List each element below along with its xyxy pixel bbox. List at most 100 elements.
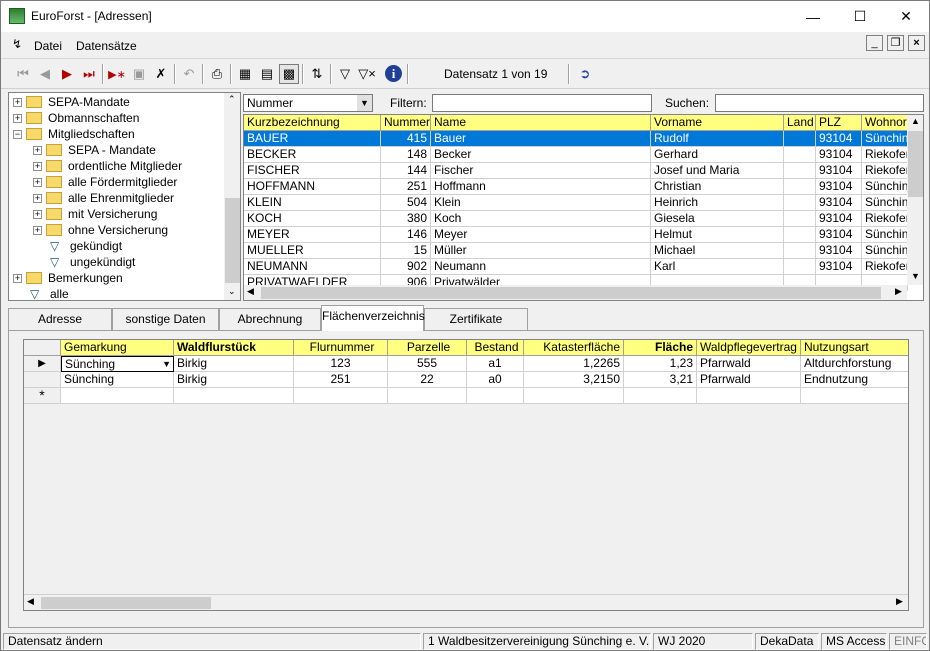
table-cell[interactable]: KLEIN [244,195,381,211]
table-cell[interactable]: a0 [467,372,524,388]
column-header[interactable]: Nummer [381,115,431,131]
table-cell[interactable] [294,388,388,404]
table-cell[interactable]: 15 [381,243,431,259]
table-cell[interactable]: 93104 [816,163,862,179]
new-record-icon[interactable]: ▶∗ [107,64,127,84]
table-cell[interactable] [61,388,174,404]
table-cell[interactable]: Klein [431,195,651,211]
table-cell[interactable]: 22 [388,372,467,388]
address-hscrollbar[interactable]: ◀ ▶ [244,285,907,300]
new-row-icon[interactable]: * [24,388,61,404]
column-header[interactable]: Land [784,115,816,131]
menu-datensaetze[interactable]: Datensätze [76,39,137,53]
document-icon[interactable]: ↯ [12,37,22,51]
expand-icon[interactable]: + [13,273,22,283]
expand-icon[interactable]: + [33,145,42,155]
tree-item-ungekuendigt[interactable]: ▽ ungekündigt [50,254,135,270]
tree-item-mit-versicherung[interactable]: + mit Versicherung [33,206,157,222]
table-cell[interactable]: 144 [381,163,431,179]
scroll-up-icon[interactable]: ▲ [911,116,920,126]
scroll-thumb[interactable] [261,287,881,299]
tree-item-sepa-mandate[interactable]: + SEPA-Mandate [13,94,130,110]
close-button[interactable]: ✕ [883,1,929,32]
table-cell[interactable]: Birkig [174,356,294,372]
table-cell[interactable]: FISCHER [244,163,381,179]
table-cell[interactable] [784,147,816,163]
column-header[interactable]: Wohnort [862,115,908,131]
table-cell[interactable]: Birkig [174,372,294,388]
scroll-down-icon[interactable]: ▼ [911,271,920,281]
table-cell[interactable]: 93104 [816,131,862,147]
sort-field-select[interactable]: Nummer ▼ [243,94,373,112]
sort-icon[interactable]: ⇅ [307,64,327,84]
expand-icon[interactable]: + [33,177,42,187]
table-cell[interactable]: 3,21 [624,372,697,388]
scroll-thumb[interactable] [225,198,240,283]
table-cell[interactable] [801,388,908,404]
dropdown-arrow-icon[interactable]: ▼ [357,95,372,111]
scroll-down-icon[interactable]: ⌄ [228,286,236,297]
table-cell[interactable]: Sünching [862,195,908,211]
table-cell[interactable]: HOFFMANN [244,179,381,195]
table-cell[interactable]: 93104 [816,259,862,275]
table-cell[interactable]: Rudolf [651,131,784,147]
table-cell[interactable]: Becker [431,147,651,163]
table-cell[interactable]: Müller [431,243,651,259]
table-cell[interactable]: 380 [381,211,431,227]
table-cell[interactable]: Michael [651,243,784,259]
table-cell[interactable]: 902 [381,259,431,275]
table-cell[interactable]: Sünching [61,372,174,388]
expand-icon[interactable]: + [33,193,42,203]
table-cell[interactable] [784,259,816,275]
table-cell[interactable]: 251 [381,179,431,195]
search-input[interactable] [715,94,924,112]
table-cell[interactable]: 251 [294,372,388,388]
last-record-icon[interactable]: ⏭ [79,64,99,84]
filter-icon[interactable]: ▽ [335,64,355,84]
tree-item-alle[interactable]: ▽ alle [30,286,69,300]
table-cell[interactable]: Hoffmann [431,179,651,195]
column-header[interactable]: Fläche [624,340,697,356]
table-cell[interactable] [784,179,816,195]
collapse-icon[interactable]: − [13,129,22,139]
first-record-icon[interactable]: ⏮ [13,64,33,84]
table-cell[interactable]: 504 [381,195,431,211]
table-cell[interactable] [524,388,624,404]
mdi-minimize-button[interactable]: _ [866,35,883,51]
column-header[interactable]: Waldflurstück [174,340,294,356]
scroll-left-icon[interactable]: ◀ [27,596,34,607]
expand-icon[interactable]: + [13,113,22,123]
expand-icon[interactable]: + [33,209,42,219]
dropdown-arrow-icon[interactable]: ▼ [162,357,171,371]
table-cell[interactable]: Heinrich [651,195,784,211]
scroll-thumb[interactable] [908,131,923,197]
table-cell[interactable]: Pfarrwald [697,372,801,388]
table-cell[interactable]: Riekofen [862,147,908,163]
mdi-restore-button[interactable]: ❐ [887,35,904,51]
table-cell[interactable]: Sünching [862,243,908,259]
table-cell[interactable]: 148 [381,147,431,163]
table-cell[interactable]: MUELLER [244,243,381,259]
column-header[interactable]: PLZ [816,115,862,131]
table-cell[interactable]: Karl [651,259,784,275]
table-cell[interactable]: Bauer [431,131,651,147]
exit-icon[interactable]: ➲ [575,64,595,84]
table-cell[interactable]: MEYER [244,227,381,243]
table-cell[interactable]: Helmut [651,227,784,243]
table-cell[interactable]: Riekofen [862,163,908,179]
table-cell[interactable]: KOCH [244,211,381,227]
table-cell[interactable] [388,388,467,404]
column-header[interactable]: Vorname [651,115,784,131]
maximize-button[interactable]: ☐ [837,1,883,32]
tree-item-ehrenmitglieder[interactable]: + alle Ehrenmitglieder [33,190,174,206]
table-cell[interactable]: Riekofen [862,259,908,275]
tab-flaechenverzeichnis[interactable]: Flächenverzeichnis [321,305,425,331]
tab-sonstige-daten[interactable]: sonstige Daten [112,308,219,330]
next-record-icon[interactable]: ▶ [57,64,77,84]
address-vscrollbar[interactable]: ▲ ▼ [907,115,923,285]
scroll-left-icon[interactable]: ◀ [247,286,254,297]
table-cell[interactable]: 93104 [816,211,862,227]
split-view-icon[interactable]: ▩ [279,64,299,84]
table-cell[interactable]: 415 [381,131,431,147]
table-cell[interactable]: Josef und Maria [651,163,784,179]
